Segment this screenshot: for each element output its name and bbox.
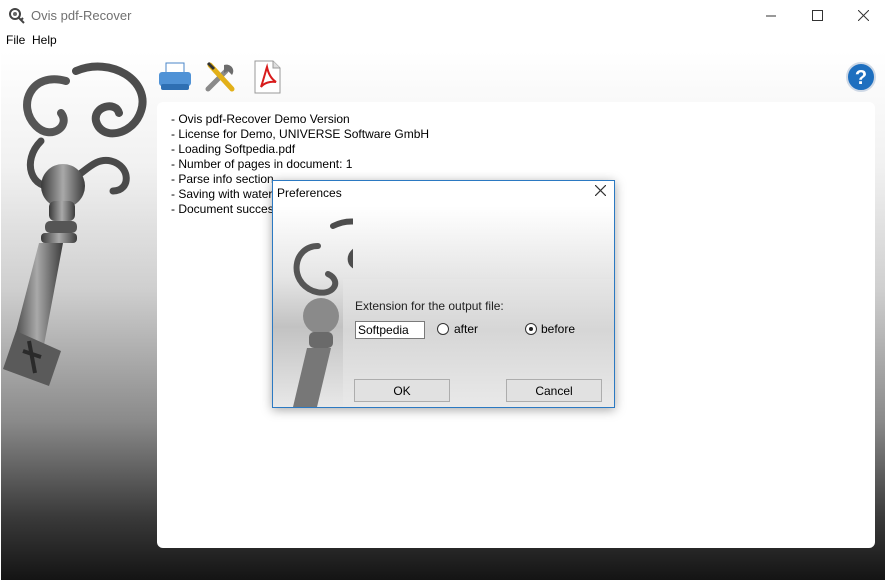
close-icon	[857, 10, 869, 21]
log-line: - License for Demo, UNIVERSE Software Gm…	[171, 127, 430, 141]
radio-after-label: after	[454, 322, 479, 336]
title-bar: Ovis pdf-Recover	[0, 0, 886, 31]
preferences-dialog: Preferences Extension for the output fil…	[272, 180, 615, 408]
cancel-button[interactable]: Cancel	[506, 379, 602, 402]
dialog-title: Preferences	[277, 186, 342, 200]
radio-after[interactable]	[437, 323, 449, 335]
ok-button[interactable]: OK	[354, 379, 450, 402]
printer-icon	[159, 62, 191, 90]
tools-icon	[205, 61, 235, 92]
log-line: - Number of pages in document: 1	[171, 157, 353, 171]
extension-label: Extension for the output file:	[355, 299, 504, 313]
key-illustration	[293, 218, 353, 407]
help-button[interactable]: ?	[843, 59, 879, 95]
radio-before-label: before	[541, 322, 576, 336]
window-title: Ovis pdf-Recover	[31, 8, 132, 23]
menu-bar: File Help	[0, 31, 886, 51]
close-button[interactable]	[840, 0, 886, 31]
dialog-close-button[interactable]	[594, 184, 607, 200]
log-line: - Ovis pdf-Recover Demo Version	[171, 112, 350, 126]
menu-help[interactable]: Help	[32, 33, 57, 47]
preferences-button[interactable]	[203, 59, 239, 95]
svg-text:?: ?	[855, 67, 867, 89]
key-illustration	[3, 62, 147, 386]
log-line: - Loading Softpedia.pdf	[171, 142, 296, 156]
maximize-button[interactable]	[794, 0, 840, 31]
minimize-button[interactable]	[748, 0, 794, 31]
maximize-icon	[811, 10, 823, 21]
pdf-icon	[254, 60, 281, 94]
dialog-form: Extension for the output file: after bef…	[343, 279, 614, 407]
extension-input[interactable]	[355, 321, 425, 339]
minimize-icon	[766, 15, 776, 16]
app-key-icon	[9, 8, 25, 24]
dialog-body: Extension for the output file: after bef…	[273, 206, 614, 407]
print-button[interactable]	[157, 59, 193, 95]
radio-before[interactable]	[525, 323, 537, 335]
pdf-button[interactable]	[249, 59, 285, 95]
menu-file[interactable]: File	[6, 33, 25, 47]
close-icon	[594, 184, 607, 197]
help-icon: ?	[846, 62, 876, 92]
